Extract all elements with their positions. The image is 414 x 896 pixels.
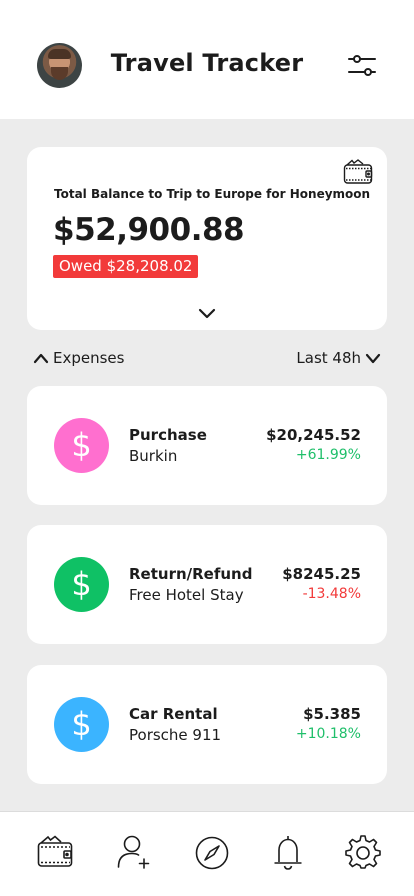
bottom-nav bbox=[0, 811, 414, 896]
expense-description: Free Hotel Stay bbox=[129, 586, 244, 604]
owed-badge: Owed $28,208.02 bbox=[53, 255, 199, 278]
gear-icon bbox=[345, 835, 381, 869]
expense-change: +61.99% bbox=[295, 447, 361, 463]
expense-amount: $20,245.52 bbox=[266, 426, 361, 444]
period-label: Last 48h bbox=[296, 349, 361, 367]
expenses-section-header: Expenses Last 48h bbox=[0, 345, 414, 371]
wallet-icon bbox=[343, 159, 373, 184]
balance-amount: $52,900.88 bbox=[53, 212, 245, 248]
expense-name: Purchase bbox=[129, 426, 207, 444]
nav-wallet[interactable] bbox=[37, 834, 73, 870]
add-user-icon bbox=[117, 835, 150, 869]
expense-description: Porsche 911 bbox=[129, 726, 222, 744]
nav-explore[interactable] bbox=[194, 834, 230, 870]
expenses-title: Expenses bbox=[53, 349, 125, 367]
balance-label: Total Balance to Trip to Europe for Hone… bbox=[54, 187, 371, 201]
expense-description: Burkin bbox=[129, 447, 178, 465]
balance-card: Total Balance to Trip to Europe for Hone… bbox=[27, 147, 387, 330]
chevron-up-icon bbox=[33, 353, 49, 364]
expense-card[interactable]: $ Car Rental Porsche 911 $5.385 +10.18% bbox=[27, 665, 387, 784]
expense-change: +10.18% bbox=[295, 726, 361, 742]
chevron-down-icon[interactable] bbox=[198, 307, 216, 319]
compass-icon bbox=[195, 836, 229, 870]
filter-settings-button[interactable] bbox=[346, 50, 378, 80]
expenses-collapse-toggle[interactable]: Expenses bbox=[33, 349, 124, 367]
nav-add-user[interactable] bbox=[116, 834, 152, 870]
expense-amount: $8245.25 bbox=[282, 565, 361, 583]
expense-card[interactable]: $ Return/Refund Free Hotel Stay $8245.25… bbox=[27, 525, 387, 644]
chevron-down-icon bbox=[365, 353, 381, 364]
dollar-icon: $ bbox=[54, 697, 109, 752]
bell-icon bbox=[274, 836, 302, 870]
expense-card[interactable]: $ Purchase Burkin $20,245.52 +61.99% bbox=[27, 386, 387, 505]
expense-name: Car Rental bbox=[129, 705, 218, 723]
expense-change: -13.48% bbox=[302, 586, 361, 602]
wallet-icon bbox=[37, 835, 73, 867]
expense-amount: $5.385 bbox=[303, 705, 361, 723]
period-dropdown[interactable]: Last 48h bbox=[296, 349, 381, 367]
nav-settings[interactable] bbox=[345, 834, 381, 870]
sliders-icon bbox=[348, 55, 376, 76]
dollar-icon: $ bbox=[54, 418, 109, 473]
nav-notifications[interactable] bbox=[270, 834, 306, 870]
dollar-icon: $ bbox=[54, 557, 109, 612]
expense-name: Return/Refund bbox=[129, 565, 253, 583]
app-header: Travel Tracker bbox=[0, 0, 414, 119]
